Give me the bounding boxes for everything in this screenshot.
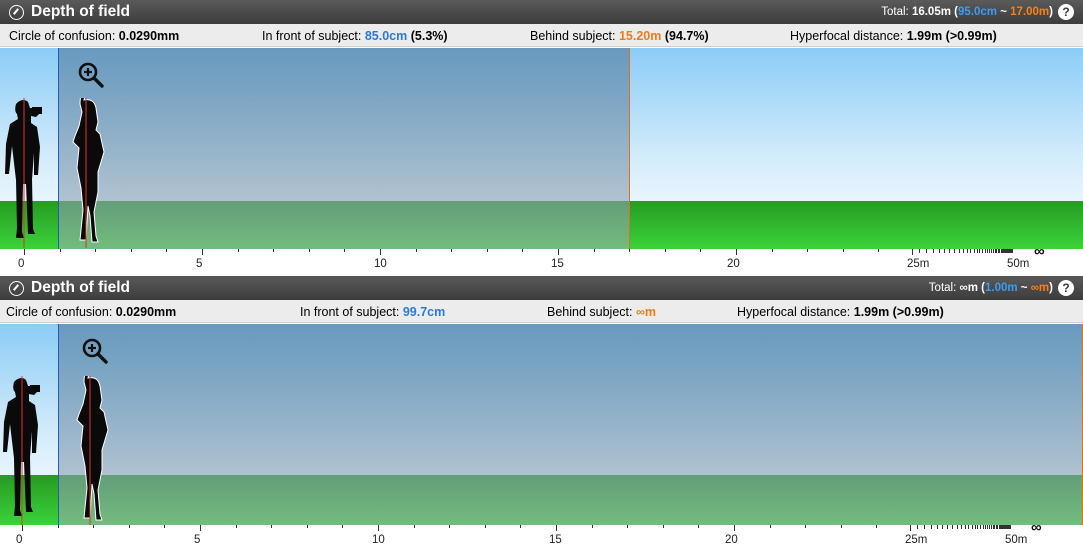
depth-of-field-zone[interactable] <box>57 324 1083 525</box>
subject-silhouette <box>76 376 109 525</box>
panel-title: Depth of field <box>31 279 131 296</box>
ruler-label: 20 <box>725 534 738 546</box>
behind-subject: Behind subject: 15.20m (94.7%) <box>530 29 709 43</box>
hyperfocal-value: 1.99m (>0.99m) <box>853 305 944 319</box>
total-close-paren: ) <box>1049 6 1053 18</box>
hyperfocal-label: Hyperfocal distance: <box>737 305 851 319</box>
behind-value: 15.20m <box>618 29 662 43</box>
ruler-label: 15 <box>551 258 564 270</box>
help-icon[interactable]: ? <box>1058 280 1074 296</box>
photographer-silhouette <box>3 376 40 525</box>
ruler-label: 15 <box>549 534 562 546</box>
subject-silhouette <box>72 98 105 248</box>
coc-label: Circle of confusion: <box>6 305 113 319</box>
front-percent: (5.3%) <box>410 29 448 43</box>
zoom-in-icon[interactable] <box>82 338 108 364</box>
total-far: 17.00m <box>1010 6 1050 18</box>
behind-subject: Behind subject: ∞m <box>547 305 656 319</box>
front-value: 99.7cm <box>402 305 446 319</box>
dof-scene[interactable] <box>0 48 1083 249</box>
total-near: 1.00m <box>984 282 1018 294</box>
circle-of-confusion: Circle of confusion: 0.0290mm <box>6 305 176 319</box>
ruler-label: 10 <box>374 258 387 270</box>
total-near: 95.0cm <box>958 6 998 18</box>
front-label: In front of subject: <box>262 29 362 43</box>
infinity-marker: ∞ <box>1031 519 1042 536</box>
behind-label: Behind subject: <box>530 29 616 43</box>
behind-value: ∞m <box>635 305 656 319</box>
total-label: Total: <box>928 282 957 294</box>
coc-value: 0.0290mm <box>118 29 180 43</box>
in-front-of-subject: In front of subject: 85.0cm (5.3%) <box>262 29 448 43</box>
zoom-in-icon[interactable] <box>78 62 104 88</box>
front-value: 85.0cm <box>364 29 408 43</box>
distance-ruler: 0 5 10 15 20 25m 50m ∞ <box>0 519 1083 552</box>
ruler-label: 50m <box>1007 258 1030 270</box>
hyperfocal-label: Hyperfocal distance: <box>790 29 904 43</box>
coc-label: Circle of confusion: <box>9 29 116 43</box>
ruler-label: 5 <box>196 258 203 270</box>
depth-of-field-zone[interactable] <box>57 48 630 249</box>
infinity-marker: ∞ <box>1034 243 1045 260</box>
panel-header: Depth of field Total: 16.05m (95.0cm ~ 1… <box>0 0 1083 24</box>
in-front-of-subject: In front of subject: 99.7cm <box>300 305 445 319</box>
help-icon[interactable]: ? <box>1058 4 1074 20</box>
ruler-label: 50m <box>1005 534 1028 546</box>
total-far: ∞m <box>1030 282 1050 294</box>
coc-value: 0.0290mm <box>115 305 177 319</box>
near-limit-marker[interactable] <box>57 48 59 249</box>
ruler-label: 25m <box>907 258 930 270</box>
info-bar: Circle of confusion: 0.0290mm In front o… <box>0 300 1083 323</box>
ruler-label: 20 <box>727 258 740 270</box>
panel-header: Depth of field Total: ∞m (1.00m ~ ∞m) ? <box>0 276 1083 300</box>
ruler-label: 0 <box>18 258 25 270</box>
ruler-label: 0 <box>16 534 23 546</box>
far-limit-marker[interactable] <box>629 48 631 249</box>
distance-ruler: 0 5 10 15 20 25m 50m ∞ <box>0 243 1083 276</box>
info-bar: Circle of confusion: 0.0290mm In front o… <box>0 24 1083 47</box>
total-label: Total: <box>881 6 909 18</box>
ruler-label: 25m <box>905 534 928 546</box>
total-readout: Total: ∞m (1.00m ~ ∞m) <box>929 282 1053 294</box>
hyperfocal-distance: Hyperfocal distance: 1.99m (>0.99m) <box>790 29 997 43</box>
ruler-label: 10 <box>372 534 385 546</box>
dof-scene[interactable] <box>0 324 1083 525</box>
hyperfocal-value: 1.99m (>0.99m) <box>906 29 997 43</box>
total-value: ∞m <box>959 282 978 294</box>
behind-label: Behind subject: <box>547 305 633 319</box>
total-separator: ~ <box>1000 6 1007 18</box>
hyperfocal-distance: Hyperfocal distance: 1.99m (>0.99m) <box>737 305 944 319</box>
total-close-paren: ) <box>1049 282 1053 294</box>
circle-of-confusion: Circle of confusion: 0.0290mm <box>9 29 179 43</box>
dof-panel: Depth of field Total: ∞m (1.00m ~ ∞m) ? … <box>0 276 1083 552</box>
total-value: 16.05m <box>911 6 951 18</box>
panel-title: Depth of field <box>31 3 131 20</box>
near-limit-marker[interactable] <box>57 324 59 525</box>
photographer-silhouette <box>5 98 42 248</box>
total-readout: Total: 16.05m (95.0cm ~ 17.00m) <box>881 6 1053 18</box>
aperture-icon <box>9 5 24 20</box>
dof-panel: Depth of field Total: 16.05m (95.0cm ~ 1… <box>0 0 1083 276</box>
front-label: In front of subject: <box>300 305 400 319</box>
ruler-label: 5 <box>194 534 201 546</box>
total-separator: ~ <box>1020 282 1028 294</box>
behind-percent: (94.7%) <box>664 29 709 43</box>
aperture-icon <box>9 281 24 296</box>
